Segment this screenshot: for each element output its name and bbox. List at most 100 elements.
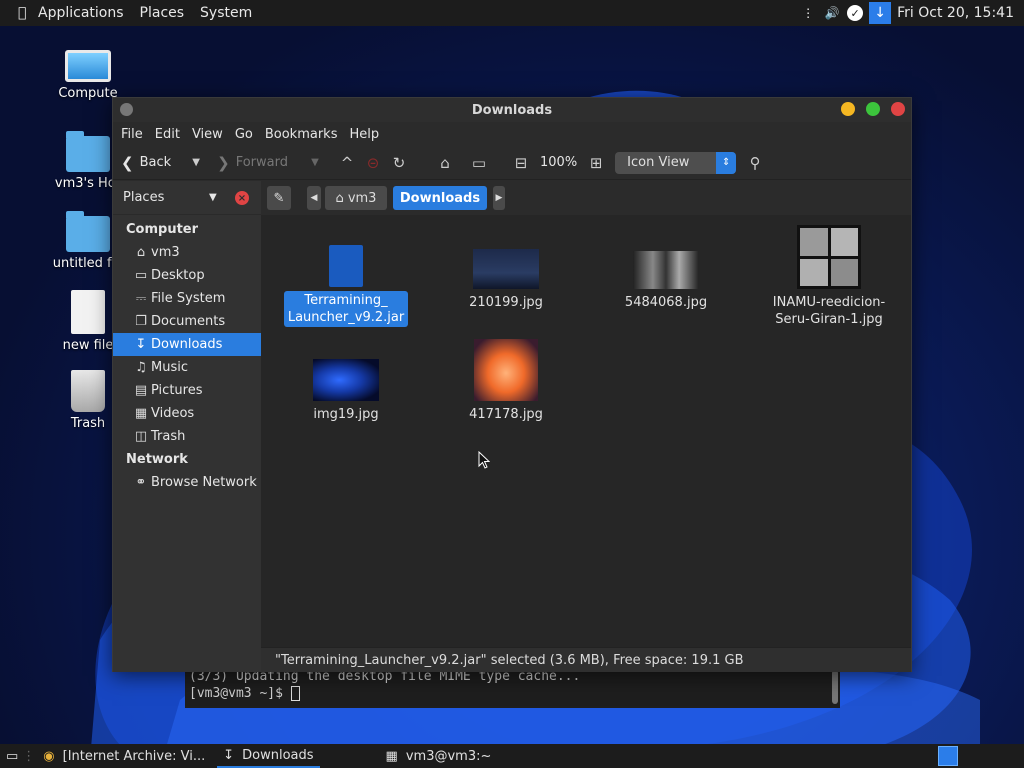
menu-help[interactable]: Help — [344, 127, 384, 142]
close-button[interactable] — [891, 102, 905, 116]
reload-icon[interactable]: ↻ — [386, 150, 412, 176]
sidebar-item-videos[interactable]: ▦ Videos — [113, 402, 261, 425]
computer-icon[interactable]: ▭ — [466, 150, 492, 176]
path-segment-vm3[interactable]: ⌂ vm3 — [325, 186, 387, 210]
sidebar-section-computer: Computer — [126, 222, 199, 237]
taskbar: ▭ ⋮ ◉ [Internet Archive: Vi... ↧ Downloa… — [0, 744, 1024, 768]
sidebar-item-vm3[interactable]: ⌂ vm3 — [113, 241, 261, 264]
path-bar: ✎ ◀ ⌂ vm3 Downloads ▶ — [261, 181, 911, 215]
show-desktop-icon[interactable]: ▭ — [0, 744, 20, 768]
forward-arrow-icon: ❯ — [217, 153, 230, 172]
stop-icon[interactable]: ⊝ — [360, 150, 386, 176]
terminal-scrollbar[interactable] — [832, 670, 838, 704]
up-icon[interactable]: ^ — [334, 150, 360, 176]
pictures-icon: ▤ — [134, 383, 148, 398]
maximize-button[interactable] — [866, 102, 880, 116]
chevron-up-down-icon: ⇕ — [716, 151, 737, 174]
sidebar: Places ▼ × Computer ⌂ vm3 ▭ Desktop ⎓ File … — [113, 181, 261, 672]
terminal-prompt-line[interactable]: [vm3@vm3 ~]$ — [189, 685, 836, 702]
sidebar-item-file-system[interactable]: ⎓ File System — [113, 287, 261, 310]
more-vertical-icon[interactable]: ⋮ — [799, 4, 817, 22]
home-icon: ⌂ — [136, 245, 146, 260]
menubar: File Edit View Go Bookmarks Help — [113, 122, 911, 146]
chrome-icon: ◉ — [43, 748, 55, 764]
home-icon[interactable]: ⌂ — [432, 150, 458, 176]
back-button[interactable]: ❮ Back — [121, 150, 171, 176]
home-icon: ⌂ — [335, 190, 344, 206]
zoom-level[interactable]: 100% — [540, 155, 577, 170]
file-item-417178[interactable]: 417178.jpg — [431, 339, 581, 424]
sidebar-item-music[interactable]: ♫ Music — [113, 356, 261, 379]
file-item-5484068[interactable]: 5484068.jpg — [591, 251, 741, 312]
sidebar-item-downloads[interactable]: ↧ Downloads — [113, 333, 261, 356]
menu-edit[interactable]: Edit — [150, 127, 185, 142]
workspace-switcher[interactable] — [938, 746, 958, 766]
toolbar: ❮ Back ▼ ❯ Forward ▼ ^ ⊝ ↻ ⌂ ▭ ⊟ 100% ⊞ … — [113, 146, 911, 180]
path-segment-downloads[interactable]: Downloads — [393, 186, 487, 210]
download-tray-icon[interactable]: ↓ — [869, 2, 892, 24]
file-item-210199[interactable]: 210199.jpg — [431, 249, 581, 312]
apple-icon[interactable]:  — [10, 5, 30, 21]
path-scroll-right[interactable]: ▶ — [493, 186, 505, 210]
task-internet-archive[interactable]: ◉ [Internet Archive: Vi... — [37, 744, 211, 768]
sidebar-item-browse-network[interactable]: ⚭ Browse Network — [113, 471, 261, 494]
image-thumbnail — [313, 359, 379, 401]
places-selector[interactable]: Places ▼ × — [113, 181, 261, 215]
back-history-dropdown[interactable]: ▼ — [183, 150, 209, 176]
terminal-cursor — [290, 686, 300, 701]
window-titlebar[interactable]: Downloads — [113, 98, 911, 122]
path-scroll-left[interactable]: ◀ — [307, 186, 321, 210]
menu-go[interactable]: Go — [230, 127, 258, 142]
edit-path-button[interactable]: ✎ — [267, 186, 291, 210]
forward-button[interactable]: ❯ Forward — [217, 150, 288, 176]
window-title: Downloads — [471, 102, 553, 118]
menu-bookmarks[interactable]: Bookmarks — [260, 127, 343, 142]
computer-icon — [65, 50, 111, 82]
menu-view[interactable]: View — [187, 127, 228, 142]
network-icon: ⚭ — [135, 475, 147, 490]
desktop-icon-computer[interactable]: Compute — [40, 50, 136, 101]
sidebar-section-network: Network — [126, 452, 188, 467]
file-item-inamu[interactable]: INAMU-reedicion- Seru-Giran-1.jpg — [754, 225, 904, 329]
folder-icon — [66, 211, 110, 252]
places-menu[interactable]: Places — [132, 5, 193, 21]
back-arrow-icon: ❮ — [121, 153, 134, 172]
file-item-img19[interactable]: img19.jpg — [271, 359, 421, 424]
clock[interactable]: Fri Oct 20, 15:41 — [897, 5, 1014, 21]
desktop-icon: ▭ — [134, 268, 148, 283]
close-sidebar-icon[interactable]: × — [235, 191, 249, 205]
chevron-down-icon[interactable]: ▼ — [209, 192, 217, 203]
drive-icon: ⎓ — [135, 291, 147, 306]
applications-menu[interactable]: Applications — [30, 5, 132, 21]
image-thumbnail — [474, 339, 538, 401]
sidebar-item-trash[interactable]: ◫ Trash — [113, 425, 261, 448]
system-menu[interactable]: System — [192, 5, 260, 21]
zoom-in-icon[interactable]: ⊞ — [583, 150, 609, 176]
minimize-button[interactable] — [841, 102, 855, 116]
mouse-pointer-icon — [478, 451, 490, 469]
sidebar-item-documents[interactable]: ❐ Documents — [113, 310, 261, 333]
task-downloads[interactable]: ↧ Downloads — [217, 744, 320, 768]
image-thumbnail — [473, 249, 539, 289]
window-menu-button[interactable] — [120, 103, 133, 116]
volume-icon[interactable]: 🔊 — [823, 4, 841, 22]
update-check-icon[interactable]: ✓ — [847, 5, 864, 21]
file-item-jar[interactable]: Terramining_ Launcher_v9.2.jar — [271, 245, 421, 327]
jar-file-icon — [329, 245, 363, 287]
taskbar-separator: ⋮ — [22, 748, 36, 764]
sidebar-item-pictures[interactable]: ▤ Pictures — [113, 379, 261, 402]
sidebar-item-desktop[interactable]: ▭ Desktop — [113, 264, 261, 287]
view-mode-select[interactable]: Icon View ⇕ — [615, 151, 737, 174]
documents-icon: ❐ — [135, 314, 147, 329]
home-folder-icon — [66, 131, 110, 172]
download-icon: ↧ — [135, 337, 147, 352]
trash-icon — [71, 370, 105, 412]
download-icon: ↧ — [223, 747, 235, 763]
forward-history-dropdown[interactable]: ▼ — [302, 150, 328, 176]
task-terminal[interactable]: ▦ vm3@vm3:~ — [380, 744, 498, 768]
file-view[interactable]: Terramining_ Launcher_v9.2.jar 210199.jpg… — [261, 215, 911, 647]
file-icon — [71, 290, 105, 334]
search-icon[interactable]: ⚲ — [742, 150, 768, 176]
zoom-out-icon[interactable]: ⊟ — [508, 150, 534, 176]
menu-file[interactable]: File — [116, 127, 148, 142]
